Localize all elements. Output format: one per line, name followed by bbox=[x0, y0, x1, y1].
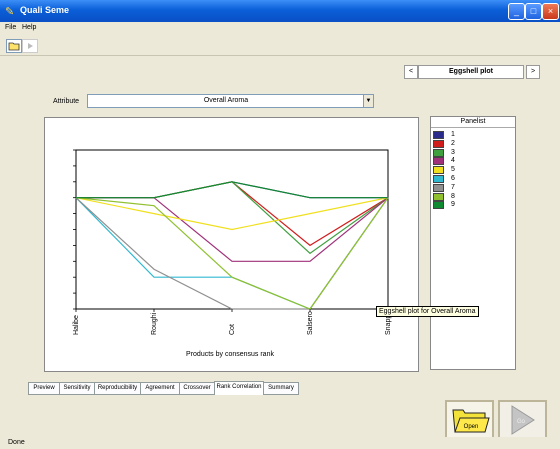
play-tool-button[interactable] bbox=[22, 39, 38, 53]
legend-label: 3 bbox=[451, 148, 455, 156]
app-icon: ✎ bbox=[5, 6, 15, 18]
chevron-down-icon[interactable]: ▼ bbox=[363, 95, 373, 107]
eggshell-chart: Halibe Roughi Cot Salsero Snapp Products by … bbox=[73, 149, 392, 358]
legend-swatch bbox=[433, 139, 444, 148]
open-button-label: Open bbox=[464, 424, 479, 430]
legend-label: 6 bbox=[451, 175, 455, 182]
menu-bar: File Help bbox=[0, 22, 560, 35]
title-bar: ✎ Quali Seme _ □ × bbox=[0, 0, 560, 22]
close-button[interactable]: × bbox=[542, 3, 559, 20]
legend-label: 9 bbox=[451, 201, 455, 209]
status-bar: Done bbox=[0, 437, 560, 449]
attribute-label: Attribute bbox=[53, 98, 80, 105]
maximize-button[interactable]: □ bbox=[525, 3, 542, 20]
legend-label: 5 bbox=[451, 166, 455, 174]
attribute-value: Overall Aroma bbox=[203, 97, 249, 104]
tab-summary[interactable]: Summary bbox=[263, 382, 299, 395]
open-folder-icon: Open bbox=[452, 409, 490, 433]
minimize-button[interactable]: _ bbox=[508, 3, 525, 20]
chart-panel: Halibe Roughi Cot Salsero Snapp Products by … bbox=[44, 117, 419, 372]
window-title: Quali Seme bbox=[20, 5, 70, 15]
legend-swatch bbox=[433, 192, 444, 201]
legend-swatch bbox=[433, 166, 444, 175]
legend-swatch bbox=[433, 175, 444, 183]
page-selector: < Eggshell plot > bbox=[404, 65, 540, 79]
next-page-button[interactable]: > bbox=[526, 65, 540, 79]
x-tick-label: Roughi bbox=[151, 312, 158, 335]
prev-page-button[interactable]: < bbox=[404, 65, 418, 79]
legend-swatch bbox=[433, 131, 444, 139]
legend-label: 8 bbox=[451, 192, 455, 200]
x-tick-label: Salsero bbox=[307, 311, 314, 335]
tab-reproducibility[interactable]: Reproducibility bbox=[94, 382, 141, 395]
attribute-select[interactable]: Overall Aroma ▼ bbox=[87, 94, 374, 108]
tab-sensitivity[interactable]: Sensitivity bbox=[59, 382, 95, 395]
x-tick-label: Cot bbox=[229, 324, 236, 335]
menu-help[interactable]: Help bbox=[22, 24, 36, 31]
app-window: ✎ Quali Seme _ □ × File Help < Eggshell … bbox=[0, 0, 560, 449]
menu-file[interactable]: File bbox=[5, 24, 16, 31]
open-folder-tool-button[interactable] bbox=[6, 39, 22, 53]
go-button[interactable]: Go bbox=[498, 400, 547, 440]
tab-preview[interactable]: Preview bbox=[28, 382, 60, 395]
tab-rank-correlation[interactable]: Rank Correlation bbox=[214, 381, 264, 395]
tab-agreement[interactable]: Agreement bbox=[140, 382, 180, 395]
toolbar bbox=[0, 35, 560, 56]
go-arrow-icon: Go bbox=[511, 405, 535, 435]
x-axis-title: Products by consensus rank bbox=[186, 351, 274, 358]
tab-crossover[interactable]: Crossover bbox=[179, 382, 215, 395]
folder-icon bbox=[8, 42, 20, 51]
legend-swatch bbox=[433, 201, 444, 210]
legend-header: Panelist bbox=[431, 117, 515, 128]
x-tick-label: Halibe bbox=[73, 315, 80, 335]
legend-panel: Panelist 123456789 bbox=[430, 116, 516, 370]
legend-swatch bbox=[433, 157, 444, 166]
go-button-label: Go bbox=[517, 419, 526, 425]
legend-label: 1 bbox=[451, 131, 455, 138]
page-selector-value: Eggshell plot bbox=[418, 65, 524, 79]
open-button[interactable]: Open bbox=[445, 400, 494, 440]
legend-label: 2 bbox=[451, 139, 455, 147]
chart-tooltip: Eggshell plot for Overall Aroma bbox=[376, 306, 479, 317]
legend-swatch bbox=[433, 183, 444, 192]
legend-label: 7 bbox=[451, 183, 455, 191]
play-icon bbox=[28, 43, 33, 49]
status-text: Done bbox=[8, 439, 25, 446]
legend-swatch bbox=[433, 148, 444, 157]
legend-label: 4 bbox=[451, 157, 455, 165]
x-tick-label: Snapp bbox=[385, 315, 392, 335]
